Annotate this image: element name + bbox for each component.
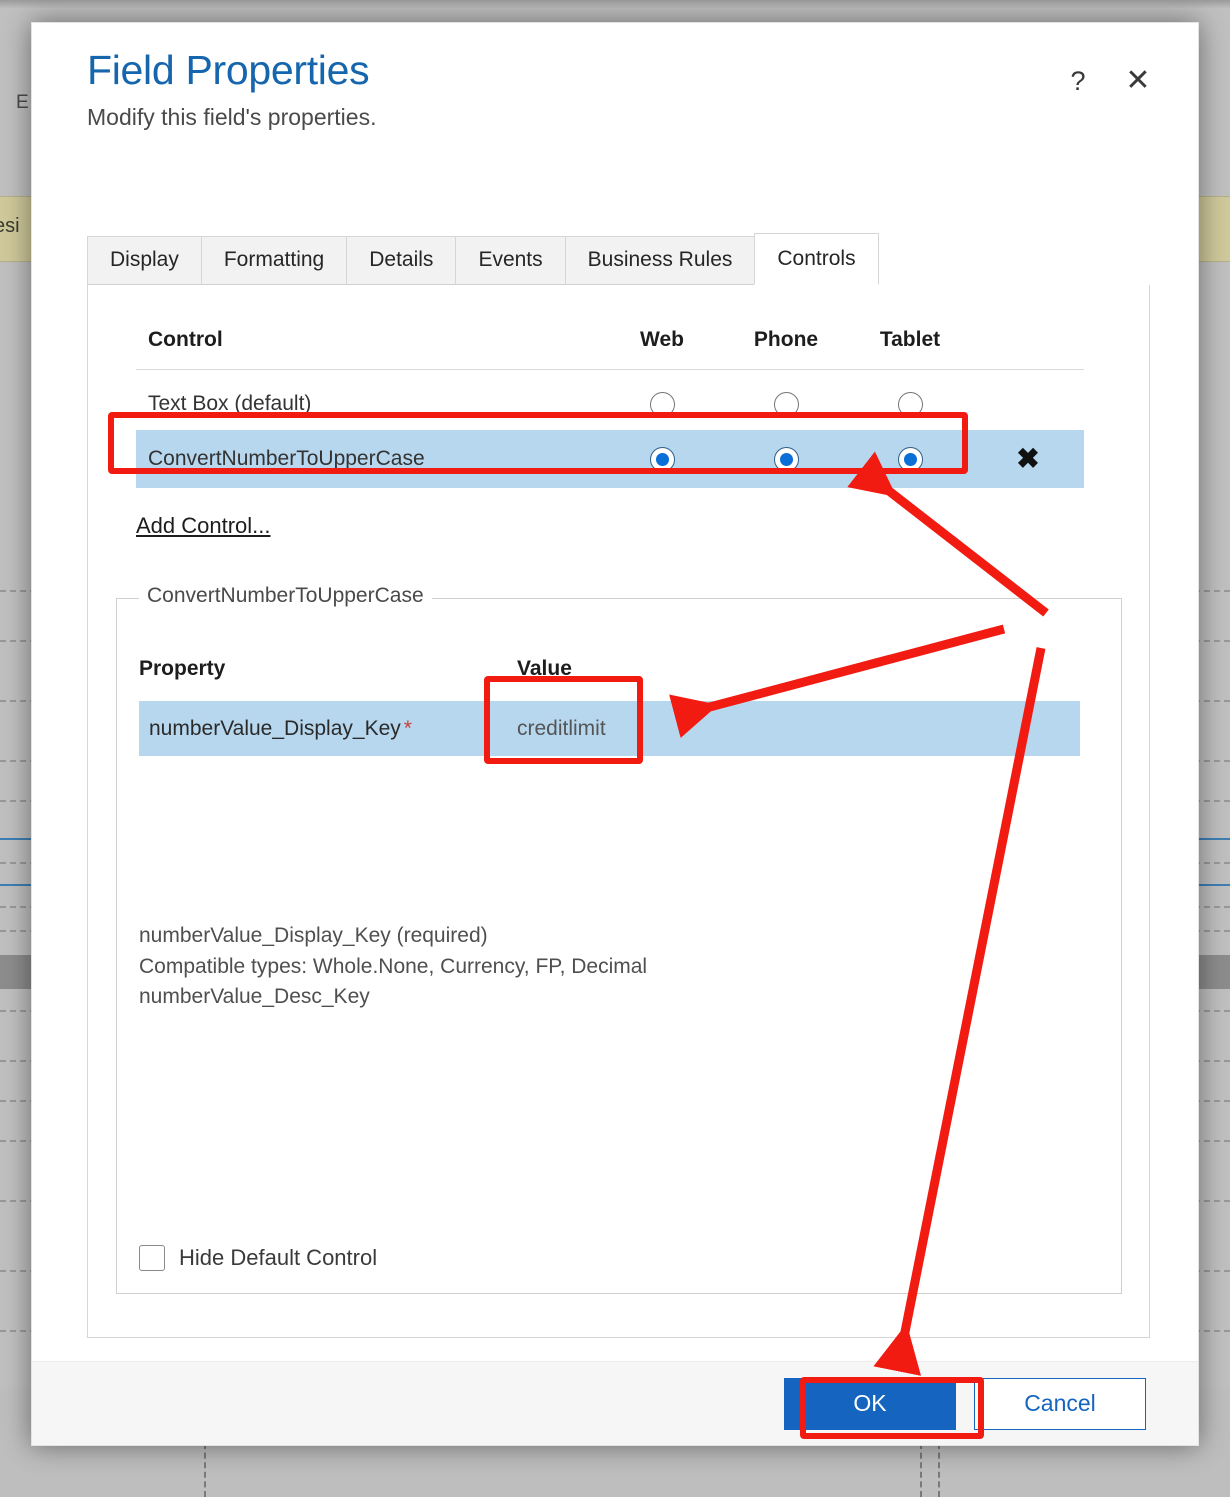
hide-default-control-checkbox[interactable]: Hide Default Control	[139, 1245, 377, 1271]
help-icon[interactable]: ?	[1062, 65, 1094, 97]
description-line-3: numberValue_Desc_Key	[139, 985, 370, 1009]
table-row[interactable]: ConvertNumberToUpperCase ✖	[136, 430, 1084, 488]
column-header-control: Control	[148, 328, 223, 351]
tabstrip: Display Formatting Details Events Busine…	[87, 233, 1148, 285]
tab-business-rules[interactable]: Business Rules	[564, 236, 756, 285]
hide-default-control-label: Hide Default Control	[179, 1245, 378, 1270]
backdrop-top-bar	[0, 0, 1230, 8]
tab-formatting[interactable]: Formatting	[200, 236, 348, 285]
tab-details[interactable]: Details	[346, 236, 457, 285]
backdrop-label-left: E	[16, 92, 29, 113]
radio-web-textbox[interactable]	[600, 391, 724, 417]
column-header-phone: Phone	[753, 328, 819, 351]
dialog-header: Field Properties Modify this field's pro…	[32, 23, 1198, 133]
cancel-button[interactable]: Cancel	[974, 1377, 1146, 1430]
close-icon: ✖	[1016, 443, 1040, 474]
checkbox-icon	[139, 1245, 165, 1271]
radio-web-custom[interactable]	[600, 446, 724, 472]
column-header-tablet: Tablet	[879, 328, 941, 351]
controls-tab-panel: Control Web Phone Tablet Text Box (defau…	[87, 285, 1150, 1338]
column-header-web: Web	[640, 328, 684, 351]
table-row[interactable]: numberValue_Display_Key * creditlimit	[139, 701, 1080, 756]
backdrop-label-section: esi	[0, 215, 20, 237]
property-value-cell[interactable]: creditlimit	[517, 717, 606, 741]
field-properties-dialog: Field Properties Modify this field's pro…	[31, 22, 1199, 1446]
controls-table-header: Control Web Phone Tablet	[136, 328, 1084, 370]
control-name-text-box: Text Box (default)	[148, 392, 312, 415]
property-name-cell: numberValue_Display_Key *	[139, 717, 517, 741]
control-properties-fieldset: ConvertNumberToUpperCase Property Value …	[116, 584, 1122, 1294]
controls-table: Control Web Phone Tablet Text Box (defau…	[136, 328, 1084, 488]
column-header-property: Property	[139, 657, 226, 680]
fieldset-legend: ConvertNumberToUpperCase	[139, 584, 432, 608]
description-line-2: Compatible types: Whole.None, Currency, …	[139, 954, 648, 978]
radio-phone-textbox[interactable]	[724, 391, 848, 417]
control-name-convertnumbertouppercase: ConvertNumberToUpperCase	[148, 447, 425, 470]
dialog-subtitle: Modify this field's properties.	[87, 104, 377, 131]
description-line-1: numberValue_Display_Key (required)	[139, 924, 488, 947]
tab-events[interactable]: Events	[455, 236, 566, 285]
radio-tablet-custom[interactable]	[848, 446, 972, 472]
required-marker: *	[403, 716, 412, 740]
delete-control-button[interactable]: ✖	[972, 445, 1084, 473]
tab-controls[interactable]: Controls	[754, 233, 879, 285]
page-title: Field Properties	[87, 47, 370, 93]
table-row[interactable]: Text Box (default)	[136, 378, 1084, 430]
add-control-link[interactable]: Add Control...	[136, 513, 271, 539]
properties-table-header: Property Value	[139, 657, 1121, 681]
radio-phone-custom[interactable]	[724, 446, 848, 472]
dialog-footer: OK Cancel	[32, 1361, 1198, 1445]
column-header-value: Value	[517, 657, 572, 680]
property-description: numberValue_Display_Key (required) Compa…	[139, 921, 647, 1013]
close-icon[interactable]: ✕	[1122, 65, 1154, 97]
tab-display[interactable]: Display	[87, 236, 202, 285]
dialog-header-actions: ? ✕	[1062, 65, 1154, 97]
property-label: numberValue_Display_Key	[149, 716, 401, 740]
radio-tablet-textbox[interactable]	[848, 391, 972, 417]
ok-button[interactable]: OK	[784, 1377, 956, 1430]
